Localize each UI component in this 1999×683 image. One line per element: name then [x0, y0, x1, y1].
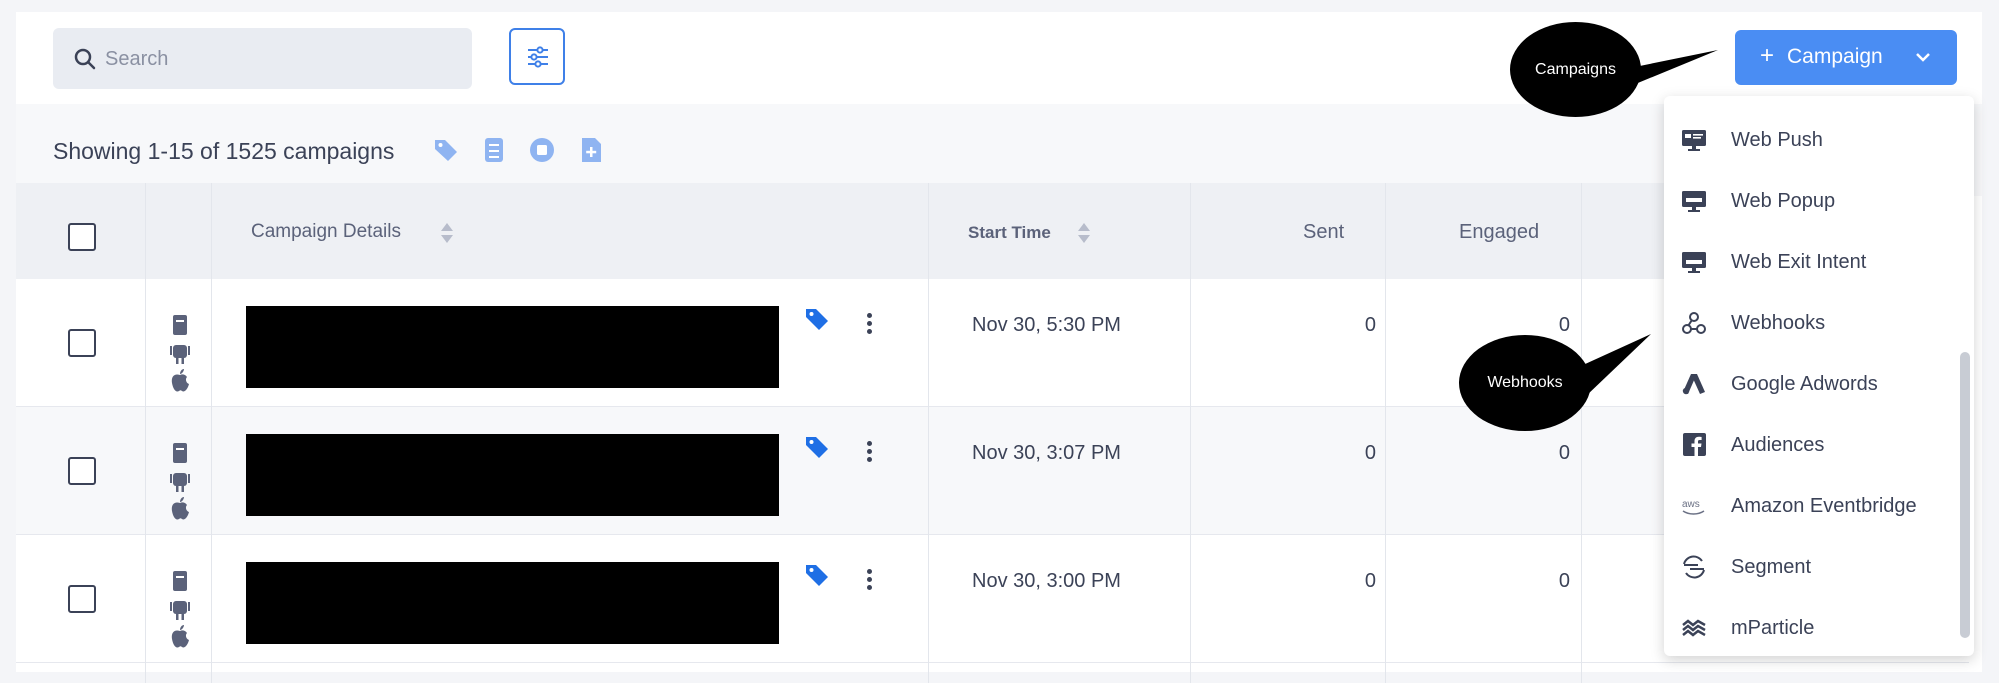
annotation-campaigns: Campaigns	[1510, 22, 1641, 117]
annotation-webhooks: Webhooks	[1459, 335, 1591, 431]
annotation-callouts	[1572, 50, 1718, 396]
